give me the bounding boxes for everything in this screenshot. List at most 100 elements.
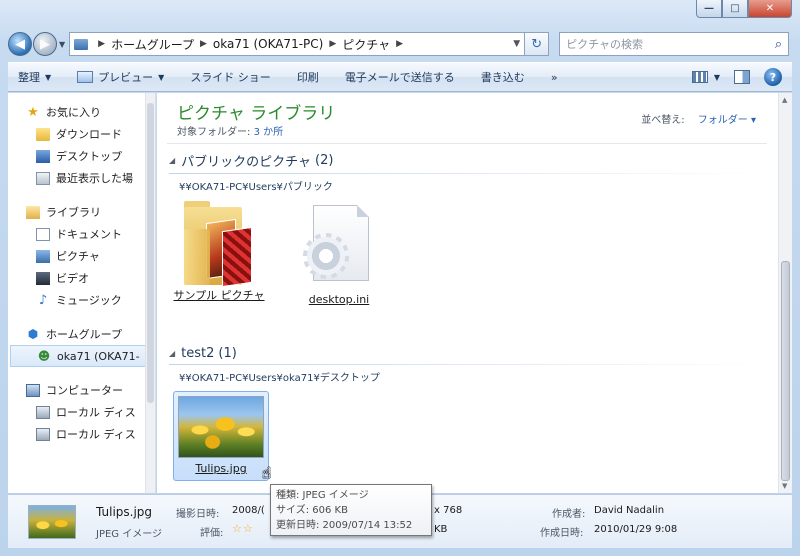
- sidebar-item-label: ホームグループ: [46, 328, 123, 341]
- file-item-tulips[interactable]: Tulips.jpg: [173, 391, 269, 481]
- dimensions-value[interactable]: x 768: [434, 505, 462, 516]
- sidebar-item-label: ダウンロード: [56, 128, 122, 141]
- music-note-icon: ♪: [38, 292, 48, 308]
- homegroup-icon: ⬢: [27, 327, 39, 341]
- sidebar-item-libraries[interactable]: ライブラリ: [8, 201, 155, 223]
- group-public-pictures: ◢ パブリックのピクチャ (2) ¥¥OKA71-PC¥Users¥パブリック: [169, 151, 769, 193]
- chevron-down-icon: ▼: [45, 72, 52, 82]
- hand-cursor-icon: ☝: [262, 464, 272, 482]
- forward-button[interactable]: ▶: [33, 32, 57, 56]
- caption-buttons: — □ ✕: [696, 0, 792, 18]
- file-item-sample-pictures[interactable]: サンプル ピクチャ: [171, 199, 267, 303]
- sidebar-item-music[interactable]: ♪ ミュージック: [8, 289, 155, 311]
- breadcrumb-separator[interactable]: ▶: [98, 39, 105, 49]
- slideshow-button[interactable]: スライド ショー: [190, 69, 271, 85]
- address-history-dropdown[interactable]: ▼: [513, 39, 520, 49]
- recent-pages-dropdown[interactable]: ▼: [59, 40, 65, 49]
- scrollbar-thumb[interactable]: [781, 261, 790, 481]
- star-icon: ★: [27, 104, 39, 120]
- view-options-dropdown[interactable]: ▼: [714, 73, 720, 82]
- date-taken-value[interactable]: 2008/(: [232, 505, 265, 516]
- sidebar-item-label: ローカル ディス: [56, 406, 136, 419]
- sidebar-item-label: コンピューター: [46, 384, 123, 397]
- organize-label: 整理: [18, 71, 40, 84]
- date-created-label: 作成日時:: [540, 528, 584, 539]
- group-count: (2): [315, 153, 334, 168]
- change-view-icon[interactable]: [691, 71, 708, 83]
- sidebar-item-desktop[interactable]: デスクトップ: [8, 145, 155, 167]
- sidebar-item-homegroup[interactable]: ⬢ ホームグループ: [8, 323, 155, 345]
- toolbar-right: ▼ ?: [691, 68, 792, 86]
- file-name: Tulips.jpg: [195, 462, 247, 475]
- preview-button[interactable]: プレビュー ▼: [77, 69, 164, 85]
- group-count: (1): [218, 346, 237, 361]
- address-bar[interactable]: ▶ ホームグループ ▶ oka71 (OKA71-PC) ▶ ピクチャ ▶ ▼: [69, 32, 526, 56]
- sidebar-item-favorites[interactable]: ★ お気に入り: [8, 101, 155, 123]
- help-icon[interactable]: ?: [764, 68, 782, 86]
- date-created-value[interactable]: 2010/01/29 9:08: [594, 524, 677, 535]
- email-button[interactable]: 電子メールで送信する: [345, 69, 455, 85]
- tooltip-type: 種類: JPEG イメージ: [276, 490, 369, 501]
- group-header[interactable]: ◢ パブリックのピクチャ (2): [169, 151, 769, 170]
- image-thumbnail: [178, 396, 264, 458]
- search-input[interactable]: ピクチャの検索 ⌕: [559, 32, 790, 56]
- maximize-button[interactable]: □: [722, 0, 748, 18]
- print-button[interactable]: 印刷: [297, 69, 319, 85]
- sidebar-item-downloads[interactable]: ダウンロード: [8, 123, 155, 145]
- back-button[interactable]: ◀: [8, 32, 32, 56]
- scroll-down-icon[interactable]: ▼: [782, 482, 787, 490]
- locations-link[interactable]: 3 か所: [254, 127, 284, 138]
- arrange-by-dropdown[interactable]: フォルダー ▾: [698, 115, 756, 126]
- breadcrumb-separator[interactable]: ▶: [396, 39, 403, 49]
- downloads-folder-icon: [36, 127, 50, 141]
- breadcrumb-separator[interactable]: ▶: [200, 39, 207, 49]
- sidebar-item-user[interactable]: ☻ oka71 (OKA71-: [10, 345, 153, 367]
- author-value[interactable]: David Nadalin: [594, 505, 664, 516]
- sidebar-item-label: oka71 (OKA71-: [57, 349, 140, 363]
- more-commands-button[interactable]: »: [551, 71, 558, 84]
- file-name: サンプル ピクチャ: [173, 289, 265, 302]
- breadcrumb-homegroup[interactable]: ホームグループ: [111, 36, 194, 53]
- scrollbar-thumb[interactable]: [147, 103, 154, 403]
- sidebar-item-label: ピクチャ: [56, 250, 100, 263]
- breadcrumb-pictures[interactable]: ピクチャ: [342, 36, 390, 53]
- search-placeholder: ピクチャの検索: [566, 38, 644, 51]
- file-list-pane: ピクチャ ライブラリ 対象フォルダー: 3 か所 並べ替え: フォルダー ▾ ◢…: [157, 93, 792, 493]
- sidebar-item-computer[interactable]: コンピューター: [8, 379, 155, 401]
- organize-button[interactable]: 整理 ▼: [18, 69, 51, 85]
- breadcrumb-separator[interactable]: ▶: [329, 39, 336, 49]
- sidebar-item-recent[interactable]: 最近表示した場: [8, 167, 155, 189]
- scroll-up-icon[interactable]: ▲: [782, 96, 787, 104]
- navigation-scrollbar[interactable]: [145, 93, 155, 493]
- author-label: 作成者:: [552, 509, 586, 520]
- sidebar-item-local-disk[interactable]: ローカル ディス: [8, 401, 155, 423]
- library-icon: [26, 205, 40, 219]
- close-button[interactable]: ✕: [748, 0, 792, 18]
- sidebar-item-label: デスクトップ: [56, 150, 122, 163]
- sidebar-item-local-disk[interactable]: ローカル ディス: [8, 423, 155, 445]
- burn-button[interactable]: 書き込む: [481, 69, 525, 85]
- sidebar-item-pictures[interactable]: ピクチャ: [8, 245, 155, 267]
- sidebar-item-videos[interactable]: ビデオ: [8, 267, 155, 289]
- tooltip-modified: 更新日時: 2009/07/14 13:52: [276, 520, 413, 531]
- sidebar-item-label: ローカル ディス: [56, 428, 136, 441]
- breadcrumb-user[interactable]: oka71 (OKA71-PC): [213, 37, 323, 51]
- refresh-button[interactable]: ↻: [525, 32, 550, 56]
- preview-pane-icon[interactable]: [734, 70, 750, 84]
- selected-file-tile[interactable]: Tulips.jpg: [173, 391, 269, 481]
- minimize-button[interactable]: —: [696, 0, 722, 18]
- sidebar-item-documents[interactable]: ドキュメント: [8, 223, 155, 245]
- search-icon: ⌕: [774, 36, 783, 52]
- sidebar-item-label: ミュージック: [56, 294, 122, 307]
- collapse-triangle-icon[interactable]: ◢: [169, 349, 175, 358]
- file-list-scrollbar[interactable]: ▲ ▼: [778, 93, 792, 493]
- rating-stars[interactable]: ☆☆: [232, 522, 254, 535]
- collapse-triangle-icon[interactable]: ◢: [169, 156, 175, 165]
- file-item-desktop-ini[interactable]: desktop.ini: [291, 203, 387, 307]
- group-header[interactable]: ◢ test2 (1): [169, 346, 769, 361]
- navigation-pane: ★ お気に入り ダウンロード デスクトップ 最近表示した場 ライブラリ ドキュメン…: [8, 93, 156, 493]
- size-value[interactable]: KB: [434, 524, 447, 535]
- rating-label: 評価:: [200, 528, 224, 539]
- group-path: ¥¥OKA71-PC¥Users¥パブリック: [179, 182, 333, 193]
- picture-folder-icon: [184, 199, 254, 288]
